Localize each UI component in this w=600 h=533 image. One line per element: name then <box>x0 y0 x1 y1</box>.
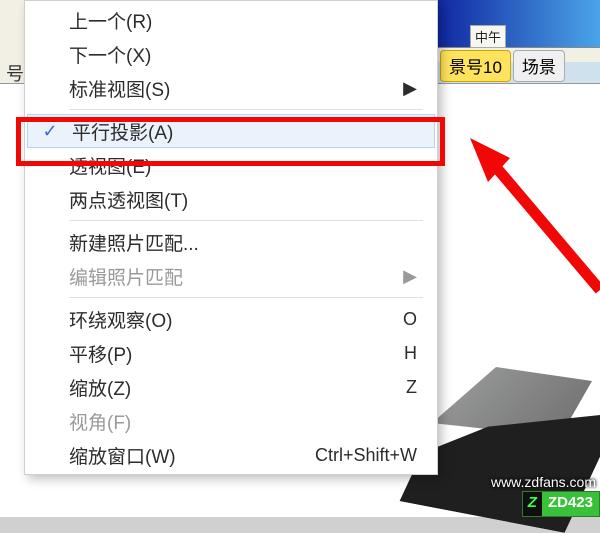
menu-item-previous[interactable]: 上一个(R) <box>25 3 437 37</box>
menu-separator <box>69 220 423 221</box>
menu-label: 环绕观察(O) <box>69 306 403 333</box>
menu-label: 新建照片匹配... <box>69 229 423 256</box>
menu-label: 编辑照片匹配 <box>69 263 403 290</box>
menu-item-edit-photo-match: 编辑照片匹配 ▶ <box>25 259 437 293</box>
menu-item-pan[interactable]: 平移(P) H <box>25 336 437 370</box>
menu-label: 缩放(Z) <box>69 374 406 401</box>
menu-item-new-photo-match[interactable]: 新建照片匹配... <box>25 225 437 259</box>
scene-tab-next[interactable]: 场景 <box>513 50 565 82</box>
menu-shortcut: H <box>404 343 423 364</box>
watermark-url: www.zdfans.com <box>491 474 596 490</box>
menu-item-zoom-window[interactable]: 缩放窗口(W) Ctrl+Shift+W <box>25 438 437 472</box>
scene-tabs: 景号10 场景 <box>440 48 565 83</box>
menu-shortcut: Ctrl+Shift+W <box>315 445 423 466</box>
menu-item-perspective[interactable]: 透视图(E) <box>25 148 437 182</box>
menu-separator <box>69 297 423 298</box>
menu-label: 两点透视图(T) <box>69 186 423 213</box>
menu-label: 上一个(R) <box>69 7 423 34</box>
menu-item-orbit[interactable]: 环绕观察(O) O <box>25 302 437 336</box>
menu-item-zoom[interactable]: 缩放(Z) Z <box>25 370 437 404</box>
watermark-z: Z <box>523 492 542 516</box>
menu-item-standard-views[interactable]: 标准视图(S) ▶ <box>25 71 437 105</box>
menu-label: 透视图(E) <box>69 152 423 179</box>
menu-shortcut: Z <box>406 377 423 398</box>
watermark-text: ZD423 <box>542 492 599 516</box>
submenu-arrow-icon: ▶ <box>403 78 423 99</box>
menu-label: 平移(P) <box>69 340 404 367</box>
menu-shortcut: O <box>403 309 423 330</box>
submenu-arrow-icon: ▶ <box>403 266 423 287</box>
menu-label: 缩放窗口(W) <box>69 442 315 469</box>
menu-label: 标准视图(S) <box>69 75 403 102</box>
camera-view-context-menu: 上一个(R) 下一个(X) 标准视图(S) ▶ ✓ 平行投影(A) 透视图(E)… <box>24 0 438 475</box>
menu-label: 平行投影(A) <box>72 118 420 145</box>
title-bar-gradient <box>420 0 600 48</box>
time-indicator: 中午 <box>470 25 506 48</box>
menu-separator <box>69 109 423 110</box>
menu-label: 下一个(X) <box>69 41 423 68</box>
menu-item-two-point-perspective[interactable]: 两点透视图(T) <box>25 182 437 216</box>
menu-item-parallel-projection[interactable]: ✓ 平行投影(A) <box>27 114 435 148</box>
check-icon: ✓ <box>28 121 72 142</box>
scene-tab-active[interactable]: 景号10 <box>440 50 511 82</box>
menu-item-field-of-view: 视角(F) <box>25 404 437 438</box>
menu-label: 视角(F) <box>69 408 423 435</box>
watermark-badge: Z ZD423 <box>522 491 600 517</box>
menu-item-next[interactable]: 下一个(X) <box>25 37 437 71</box>
